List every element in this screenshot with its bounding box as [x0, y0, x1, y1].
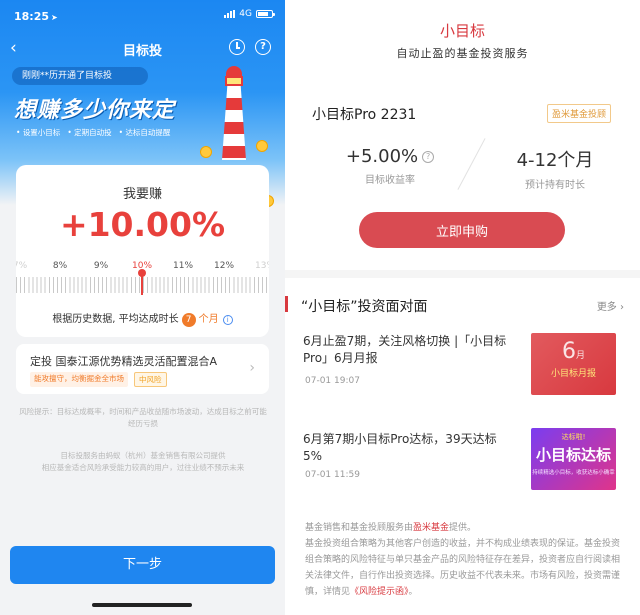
- disclaimer: 基金销售和基金投顾服务由盈米基金提供。 基金投资组合策略为其他客户创造的收益，并…: [305, 520, 625, 600]
- slider-pointer[interactable]: [138, 269, 146, 295]
- lighthouse-illustration: [214, 66, 254, 166]
- signal-icon: [224, 10, 236, 18]
- tick-label: 13%: [254, 261, 269, 271]
- page-subtitle: 自动止盈的基金投资服务: [396, 47, 529, 60]
- feature-item: 达标自动提醒: [119, 127, 170, 138]
- chevron-right-icon: ›: [249, 360, 255, 376]
- goal-label: 我要赚: [122, 187, 162, 202]
- target-invest-screen: 18:25➤ 4G ‹ 目标投 ? 刚刚**历开通了目标投 想赚多少你来定 设置…: [0, 0, 285, 615]
- feature-item: 定期自动投: [67, 127, 112, 138]
- metric-divider: [457, 138, 486, 190]
- history-clock-icon[interactable]: [229, 39, 245, 55]
- disclaimer-text: 基金销售和基金投顾服务由: [305, 523, 414, 533]
- duration-hint: 根据历史数据, 平均达成时长 7 个月 i: [16, 310, 269, 327]
- fund-selector[interactable]: 定投 国泰江源优势精选灵活配置混合A 能攻擅守，均衡掘金全市场 中风险 ›: [16, 344, 269, 394]
- more-link[interactable]: 更多 ›: [597, 298, 624, 313]
- home-indicator: [92, 603, 192, 607]
- hold-period-label: 预计持有时长: [525, 180, 585, 191]
- status-indicators: 4G: [224, 9, 275, 19]
- hold-period-metric: 4-12个月 预计持有时长: [490, 146, 620, 191]
- tick-label: 7%: [16, 261, 28, 271]
- fund-name: 定投 国泰江源优势精选灵活配置混合A: [30, 355, 218, 368]
- status-time: 18:25 ➤: [14, 10, 58, 23]
- target-rate-value: +5.00%: [345, 146, 419, 167]
- tick-label: 11%: [172, 261, 194, 271]
- product-name: 小目标Pro 2231: [312, 107, 417, 123]
- hero-features: 设置小目标 定期自动投 达标自动提醒: [16, 127, 171, 138]
- thumb-unit: 月: [575, 351, 585, 361]
- hero-slogan: 想赚多少你来定: [14, 98, 176, 123]
- nav-bar: ‹ 目标投 ?: [0, 36, 285, 60]
- duration-unit: 个月: [198, 314, 219, 325]
- service-note: 目标投服务由蚂蚁（杭州）基金销售有限公司提供 相应基金适合风险承受能力较高的用户…: [41, 451, 245, 472]
- risk-level-tag: 中风险: [134, 372, 167, 387]
- target-rate-label: 目标收益率: [365, 175, 415, 186]
- small-target-screen: 小目标 自动止盈的基金投资服务 小目标Pro 2231 盈米基金投顾 +5.00…: [285, 0, 640, 615]
- section-accent: [285, 296, 288, 312]
- article-time: 07-01 19:07: [305, 376, 360, 386]
- hint-text: 根据历史数据, 平均达成时长: [52, 314, 179, 325]
- hold-period-value: 4-12个月: [516, 150, 594, 171]
- next-step-button[interactable]: 下一步: [10, 546, 275, 584]
- article-title: 6月止盈7期，关注风格切换 |「小目标Pro」6月月报: [303, 334, 507, 365]
- provider-name: 盈米基金: [413, 523, 450, 533]
- thumb-tagline: 持续精选小目标，收获达标小确幸: [532, 470, 615, 476]
- risk-note: 风险提示：目标达成概率，时间和产品收益随市场波动，达成目标之前可能经历亏损: [19, 407, 267, 428]
- help-icon[interactable]: ?: [255, 39, 271, 55]
- target-rate-metric: +5.00%? 目标收益率: [325, 146, 455, 186]
- article-time: 07-01 11:59: [305, 470, 360, 480]
- thumb-number: 6: [561, 339, 576, 364]
- thumb-title: 小目标达标: [535, 446, 611, 464]
- info-icon[interactable]: i: [222, 315, 233, 325]
- thumb-stamp: 达标啦!: [561, 433, 586, 441]
- question-icon[interactable]: ?: [422, 151, 435, 163]
- disclaimer-text: 提供。: [449, 523, 477, 533]
- article-item[interactable]: 6月第7期小目标Pro达标，39天达标5% 07-01 11:59 达标啦! 小…: [303, 428, 623, 492]
- network-label: 4G: [239, 9, 252, 19]
- tick-label: 12%: [213, 261, 235, 271]
- tick-label: 8%: [52, 261, 68, 271]
- coin-icon: [200, 146, 212, 158]
- article-thumbnail: 达标啦! 小目标达标 持续精选小目标，收获达标小确幸: [531, 428, 616, 490]
- advisor-badge: 盈米基金投顾: [547, 104, 612, 123]
- page-title: 小目标: [439, 22, 485, 40]
- article-item[interactable]: 6月止盈7期，关注风格切换 |「小目标Pro」6月月报 07-01 19:07 …: [303, 333, 623, 397]
- fund-tag: 能攻擅守，均衡掘金全市场: [30, 372, 128, 387]
- goal-rate: +10.00%: [59, 205, 226, 244]
- disclaimer-end: 。: [408, 587, 418, 597]
- subscribe-button[interactable]: 立即申购: [359, 212, 565, 248]
- article-title: 6月第7期小目标Pro达标，39天达标5%: [303, 432, 497, 463]
- status-bar: 18:25 ➤ 4G: [0, 0, 285, 30]
- thumb-caption: 小目标月报: [550, 369, 596, 379]
- section-divider: [285, 270, 640, 278]
- article-thumbnail: 6月 小目标月报: [531, 333, 616, 395]
- fund-tags: 能攻擅守，均衡掘金全市场 中风险: [30, 372, 167, 387]
- battery-icon: [256, 10, 275, 18]
- goal-card: 我要赚 +10.00% 7% 8% 9% 10% 11% 12% 13% 根据历…: [16, 165, 269, 337]
- duration-badge: 7: [181, 313, 196, 327]
- rate-slider[interactable]: 7% 8% 9% 10% 11% 12% 13%: [16, 259, 269, 301]
- section-title: “小目标”投资面对面: [301, 299, 428, 315]
- risk-letter-link[interactable]: 《风险提示函》: [350, 587, 409, 597]
- coin-icon: [256, 140, 268, 152]
- feature-item: 设置小目标: [16, 127, 61, 138]
- tick-label: 9%: [93, 261, 109, 271]
- activity-ticker: 刚刚**历开通了目标投: [12, 67, 148, 85]
